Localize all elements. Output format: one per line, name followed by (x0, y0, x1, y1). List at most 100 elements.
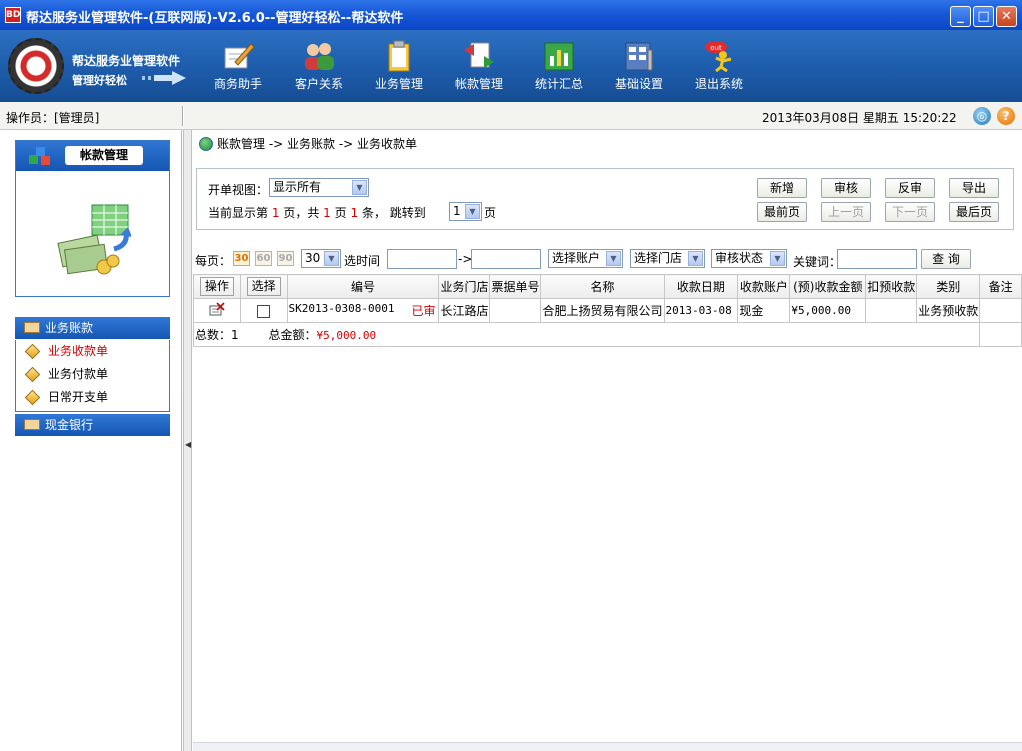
help-icon[interactable]: ? (997, 107, 1015, 125)
number-cell[interactable]: SK2013-0308-0001 已审 (286, 298, 440, 323)
keyword-label: 关键词： (793, 255, 842, 269)
next-page-button[interactable]: 下一页 (885, 202, 935, 222)
page-size-60[interactable]: 60 (255, 251, 272, 266)
summary-amount-label: 总金额： (268, 328, 317, 342)
sidebar-item-expenses[interactable]: 日常开支单 (24, 387, 109, 407)
keyword-input[interactable] (837, 249, 917, 269)
receipt-number[interactable]: SK2013-0308-0001 (289, 302, 395, 315)
column-header[interactable]: 收款日期 (663, 274, 739, 299)
toolbar-statistics[interactable]: 统计汇总 (521, 40, 597, 96)
end-date-input[interactable] (471, 249, 541, 269)
people-icon (305, 43, 334, 70)
audit-status-value: 审核状态 (715, 251, 764, 265)
toolbar-customer-relations[interactable]: 客户关系 (281, 40, 357, 96)
notepad-pen-icon (224, 43, 255, 69)
sidebar-collapse-handle[interactable]: ◀ (183, 130, 192, 751)
close-button[interactable]: ✕ (996, 6, 1017, 27)
operation-cell (193, 298, 241, 323)
operation-header: 操作 (199, 277, 234, 296)
chevron-down-icon: ▼ (770, 251, 785, 266)
gear-logo-icon (8, 38, 64, 94)
exit-icon-text: out (710, 44, 722, 52)
status-badge: 已审 (411, 304, 436, 318)
toolbar-business-management[interactable]: 业务管理 (361, 40, 437, 96)
sidebar-group-cash-bank[interactable]: 现金银行 (15, 414, 170, 436)
table-row[interactable]: SK2013-0308-0001 已审 长江路店 合肥上扬贸易有限公司 2013… (193, 298, 1022, 323)
column-header[interactable]: (预)收款金额 (789, 274, 867, 299)
cube-icon (24, 343, 41, 360)
cube-icon (24, 389, 41, 406)
column-header[interactable]: 名称 (540, 274, 665, 299)
window-title: 帮达服务业管理软件-(互联网版)-V2.6.0--管理好轻松--帮达软件 (26, 11, 404, 26)
time-label: 选时间 (344, 254, 381, 268)
export-button[interactable]: 导出 (949, 178, 999, 198)
tool-label: 帐款管理 (454, 77, 503, 91)
column-header[interactable]: 业务门店 (438, 274, 491, 299)
view-select[interactable]: 显示所有 ▼ (269, 178, 369, 197)
sidebar-item-receipts[interactable]: 业务收款单 (24, 341, 108, 361)
folder-icon (24, 322, 40, 333)
last-page-button[interactable]: 最后页 (949, 202, 999, 222)
new-button[interactable]: 新增 (757, 178, 807, 198)
toolbar-basic-settings[interactable]: 基础设置 (601, 40, 677, 96)
maximize-button[interactable]: □ (973, 6, 994, 27)
horizontal-scrollbar[interactable] (193, 742, 1022, 751)
column-header[interactable]: 类别 (916, 274, 981, 299)
jump-page-select[interactable]: 1 ▼ (449, 202, 482, 221)
select-all-header[interactable]: 选择 (246, 277, 281, 296)
row-checkbox[interactable] (257, 304, 271, 318)
main-content: 账款管理 -> 业务账款 -> 业务收款单 开单视图： 显示所有 ▼ 当前显示第… (192, 130, 1022, 751)
toolbar-exit[interactable]: out 退出系统 (681, 40, 757, 96)
sidebar-item-label: 日常开支单 (48, 390, 109, 404)
tool-label: 商务助手 (213, 77, 262, 91)
account-cell: 现金 (737, 298, 791, 323)
column-header[interactable]: 扣预收款 (865, 274, 918, 299)
page-size-30[interactable]: 30 (233, 251, 250, 266)
store-select[interactable]: 选择门店 ▼ (630, 249, 705, 268)
transfer-icon (464, 42, 494, 68)
logo-title: 帮达服务业管理软件 (72, 54, 181, 68)
page-info-text: 当前显示第 (208, 206, 269, 220)
datetime-display: 2013年03月08日 星期五 15:20:22 (762, 111, 957, 125)
tool-label: 业务管理 (374, 77, 423, 91)
view-label: 开单视图： (208, 183, 269, 197)
settings-grid-icon (625, 42, 653, 71)
unaudit-button[interactable]: 反审 (885, 178, 935, 198)
query-button[interactable]: 查 询 (921, 249, 971, 269)
first-page-button[interactable]: 最前页 (757, 202, 807, 222)
sidebar: 帐款管理 业务账款 业务收款单 业务付款单 日常开支单 现金银行 (0, 130, 182, 751)
audit-status-select[interactable]: 审核状态 ▼ (711, 249, 787, 268)
start-date-input[interactable] (387, 249, 457, 269)
sidebar-group-business-accounts[interactable]: 业务账款 (15, 317, 170, 339)
account-select[interactable]: 选择账户 ▼ (548, 249, 623, 268)
prev-page-button[interactable]: 上一页 (821, 202, 871, 222)
tool-label: 统计汇总 (534, 77, 583, 91)
refresh-icon[interactable]: ◎ (973, 107, 991, 125)
column-header[interactable]: 选择 (239, 274, 288, 299)
sidebar-item-payments[interactable]: 业务付款单 (24, 364, 108, 384)
amount-cell: ¥5,000.00 (789, 298, 867, 323)
store-select-value: 选择门店 (634, 251, 683, 265)
audit-button[interactable]: 审核 (821, 178, 871, 198)
toolbar-business-assistant[interactable]: 商务助手 (200, 40, 276, 96)
sidebar-group-items: 业务收款单 业务付款单 日常开支单 (15, 340, 170, 412)
column-header[interactable]: 编号 (286, 274, 440, 299)
globe-icon (199, 137, 213, 151)
table-header-row: 操作 选择 编号 业务门店 票据单号 名称 收款日期 收款账户 (预)收款金额 … (193, 274, 1022, 299)
page-size-90[interactable]: 90 (277, 251, 294, 266)
chevron-down-icon: ▼ (324, 251, 339, 266)
minimize-button[interactable]: _ (950, 6, 971, 27)
per-page-label: 每页： (195, 254, 232, 268)
edit-icon[interactable] (209, 302, 225, 316)
toolbar-account-management[interactable]: 帐款管理 (441, 40, 517, 96)
column-header: 操作 (193, 274, 241, 299)
exit-figure-icon: out (705, 41, 732, 72)
column-header[interactable]: 收款账户 (737, 274, 791, 299)
column-header[interactable]: 备注 (979, 274, 1022, 299)
total-pages: 1 (323, 206, 331, 220)
summary-count: 总数：1 (195, 328, 239, 342)
page-size-select[interactable]: 30 ▼ (301, 249, 341, 268)
column-header[interactable]: 票据单号 (489, 274, 542, 299)
clipboard-icon (388, 40, 410, 72)
page-suffix: 页 (484, 206, 497, 220)
